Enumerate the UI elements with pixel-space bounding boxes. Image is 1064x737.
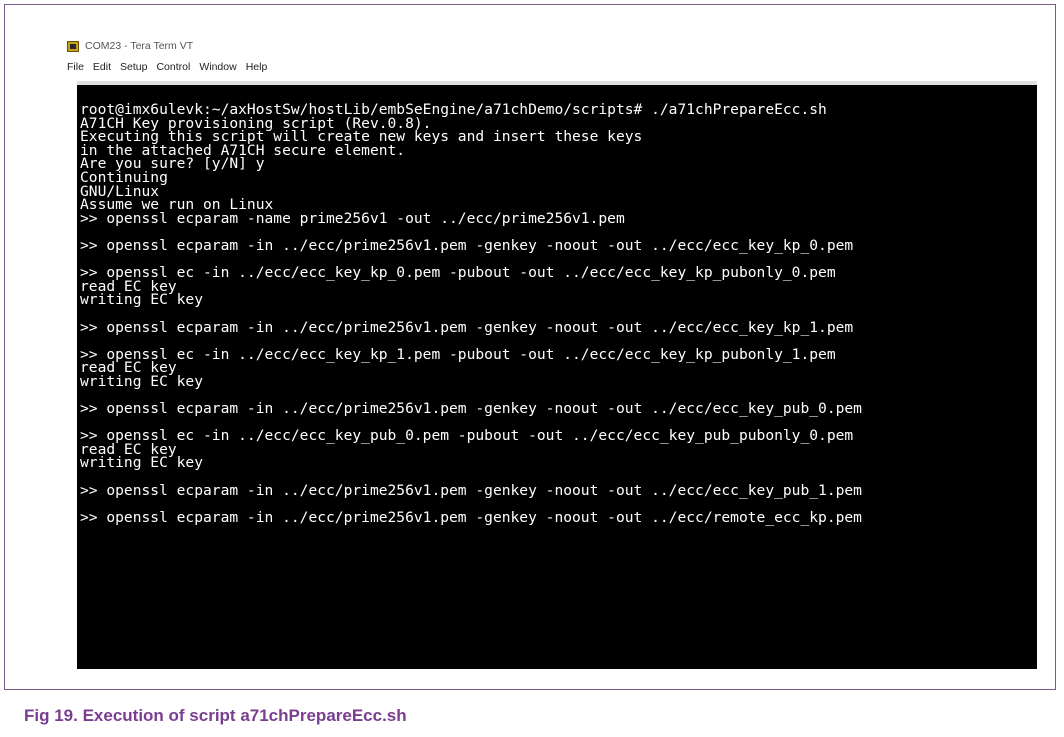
terminal-line: >> openssl ecparam -in ../ecc/prime256v1… [80,508,862,526]
terminal-line: >> openssl ec -in ../ecc/ecc_key_kp_1.pe… [80,345,836,363]
figure-caption: Fig 19. Execution of script a71chPrepare… [24,706,407,725]
terminal-line: writing EC key [80,454,204,472]
window-titlebar: COM23 - Tera Term VT [67,37,193,55]
terminal-line: writing EC key [80,291,204,309]
menu-help[interactable]: Help [246,61,268,73]
figure-frame: COM23 - Tera Term VT File Edit Setup Con… [4,4,1056,690]
tera-term-icon [67,40,79,52]
terminal-line: >> openssl ecparam -in ../ecc/prime256v1… [80,318,854,336]
window-title: COM23 - Tera Term VT [85,40,194,52]
terminal-output: root@imx6ulevk:~/axHostSw/hostLib/embSeE… [77,85,1037,524]
menu-window[interactable]: Window [199,61,236,73]
terminal-line: writing EC key [80,372,204,390]
terminal-window: COM23 - Tera Term VT File Edit Setup Con… [67,37,1037,677]
terminal-line: >> openssl ecparam -in ../ecc/prime256v1… [80,400,862,418]
terminal-line: >> openssl ec -in ../ecc/ecc_key_kp_0.pe… [80,264,836,282]
menu-control[interactable]: Control [156,61,190,73]
menu-file[interactable]: File [67,61,84,73]
menu-bar: File Edit Setup Control Window Help [67,59,276,75]
terminal-area[interactable]: root@imx6ulevk:~/axHostSw/hostLib/embSeE… [77,81,1037,669]
terminal-line: >> openssl ec -in ../ecc/ecc_key_pub_0.p… [80,427,854,445]
terminal-line: >> openssl ecparam -name prime256v1 -out… [80,209,625,227]
terminal-line: >> openssl ecparam -in ../ecc/prime256v1… [80,236,854,254]
menu-setup[interactable]: Setup [120,61,147,73]
terminal-line: >> openssl ecparam -in ../ecc/prime256v1… [80,481,862,499]
menu-edit[interactable]: Edit [93,61,111,73]
